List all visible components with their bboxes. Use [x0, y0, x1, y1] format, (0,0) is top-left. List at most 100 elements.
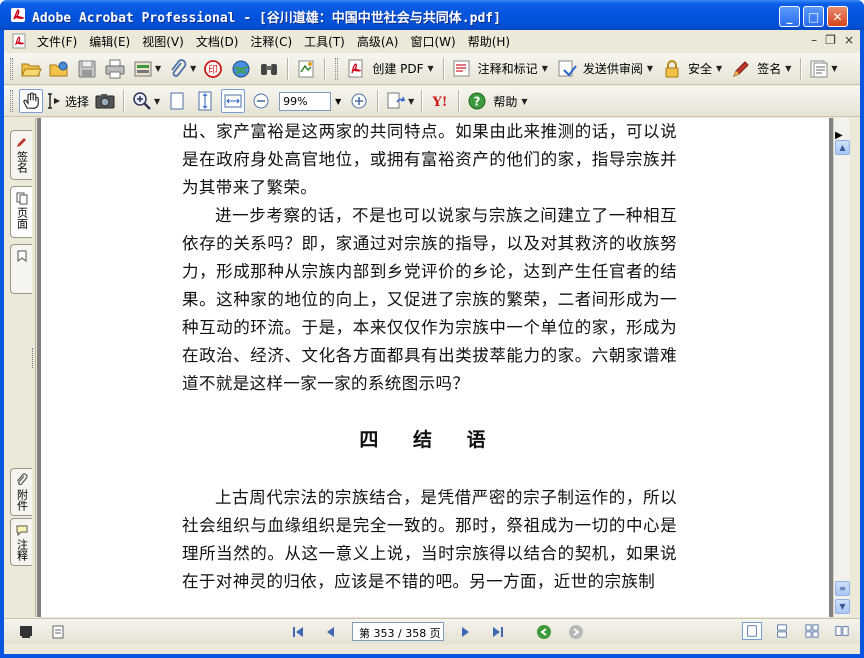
select-label: 选择 — [65, 94, 90, 109]
document-view[interactable]: 出、家产富裕是这两家的共同特点。如果由此来推测的话，可以说是在政府身处高官地位，… — [37, 118, 833, 617]
tab-bookmarks[interactable] — [10, 244, 32, 294]
menu-window[interactable]: 窗口(W) — [404, 33, 461, 50]
first-page-icon[interactable] — [286, 622, 310, 642]
zoom-in-icon[interactable] — [347, 89, 371, 113]
document-properties-icon[interactable] — [46, 622, 70, 642]
rotate-view-icon[interactable] — [384, 89, 408, 113]
pages-icon — [16, 192, 27, 205]
chevron-down-icon: ▼ — [541, 64, 548, 73]
text-cursor-icon — [47, 89, 61, 113]
zoom-out-icon[interactable] — [249, 89, 273, 113]
tab-signatures-label: 签名 — [15, 151, 29, 173]
chevron-down-icon[interactable]: ▼ — [190, 64, 196, 73]
next-page-icon[interactable] — [454, 622, 478, 642]
chevron-down-icon: ▼ — [521, 96, 528, 106]
last-page-icon[interactable] — [486, 622, 510, 642]
paragraph: 上古周代宗法的宗族结合，是凭借严密的宗子制运作的，所以社会组织与血缘组织是完全一… — [182, 488, 677, 591]
toolbar-grip[interactable] — [10, 90, 13, 112]
menu-document[interactable]: 文档(D) — [190, 33, 245, 50]
toolbar-separator — [123, 90, 125, 112]
menu-advanced[interactable]: 高级(A) — [351, 33, 405, 50]
tab-comments[interactable]: 注释 — [10, 518, 32, 566]
toolbar-grip[interactable] — [10, 57, 13, 80]
comment-markup-button[interactable]: 注释和标记 ▼ — [448, 57, 551, 81]
vertical-scrollbar[interactable]: ▲ ≡ ▼ — [833, 118, 850, 617]
close-button[interactable]: ✕ — [827, 6, 848, 27]
tab-pages[interactable]: 页面 — [10, 186, 32, 238]
doc-minimize-button[interactable]: – — [811, 33, 817, 47]
single-page-layout-icon[interactable] — [742, 622, 762, 640]
chevron-down-icon[interactable]: ▼ — [331, 92, 345, 111]
continuous-facing-layout-icon[interactable] — [802, 622, 822, 640]
scroll-up-arrow-icon[interactable]: ▲ — [835, 140, 850, 155]
menu-tools[interactable]: 工具(T) — [298, 33, 351, 50]
chevron-down-icon: ▼ — [831, 64, 838, 73]
go-back-icon[interactable] — [532, 622, 556, 642]
chevron-down-icon[interactable]: ▼ — [155, 64, 161, 73]
zoom-in-magnifier-icon[interactable] — [130, 89, 154, 113]
open-folder-icon[interactable] — [19, 57, 43, 81]
maximize-button[interactable]: □ — [803, 6, 824, 27]
menu-file[interactable]: 文件(F) — [31, 33, 83, 50]
facing-layout-icon[interactable] — [832, 622, 852, 640]
chevron-down-icon: ▼ — [785, 64, 792, 73]
paperclip-icon — [16, 473, 28, 486]
create-pdf-button[interactable]: 创建 PDF ▼ — [342, 57, 436, 81]
title-bar[interactable]: Adobe Acrobat Professional - [谷川道雄：中国中世社… — [0, 0, 864, 30]
minimize-button[interactable]: _ — [779, 6, 800, 27]
attach-paperclip-icon[interactable] — [166, 57, 190, 81]
chevron-down-icon[interactable]: ▼ — [408, 97, 414, 106]
toolbar-separator — [324, 57, 326, 80]
search-binoculars-icon[interactable] — [257, 57, 281, 81]
sign-button[interactable]: 签名 ▼ — [727, 57, 794, 81]
send-review-button[interactable]: 发送供审阅 ▼ — [553, 57, 656, 81]
chevron-down-icon[interactable]: ▼ — [154, 97, 160, 106]
document-icon[interactable] — [11, 33, 27, 49]
stamp-icon[interactable]: 印 — [201, 57, 225, 81]
actual-size-icon[interactable] — [165, 89, 189, 113]
fit-width-icon[interactable] — [221, 89, 246, 113]
doc-close-button[interactable]: × — [844, 33, 854, 47]
yahoo-search-icon[interactable]: Y! — [428, 89, 452, 113]
zoom-level-input[interactable]: 99% — [279, 91, 332, 111]
fit-page-icon[interactable] — [193, 89, 217, 113]
select-tool-button[interactable]: 选择 — [45, 89, 89, 113]
scroll-down-arrow-icon[interactable]: ▼ — [835, 599, 850, 614]
create-pdf-icon — [344, 57, 368, 81]
signature-pen-icon — [16, 138, 26, 147]
save-icon[interactable] — [75, 57, 99, 81]
page-layout-controls — [742, 622, 852, 640]
menu-view[interactable]: 视图(V) — [136, 33, 190, 50]
comment-markup-label: 注释和标记 — [477, 62, 538, 76]
page-view-icon[interactable] — [14, 622, 38, 642]
snapshot-camera-icon[interactable] — [93, 89, 117, 113]
help-button[interactable]: ? 帮助 ▼ — [463, 89, 530, 113]
organizer-icon[interactable] — [47, 57, 71, 81]
svg-text:?: ? — [474, 95, 481, 109]
hand-tool-icon[interactable] — [19, 89, 43, 113]
scroll-thumb[interactable]: ≡ — [835, 581, 850, 596]
status-bar: 第 353 / 358 页 — [4, 618, 860, 644]
go-forward-icon[interactable] — [564, 622, 588, 642]
tab-signatures[interactable]: 签名 — [10, 130, 32, 180]
continuous-layout-icon[interactable] — [772, 622, 792, 640]
menu-bar: 文件(F) 编辑(E) 视图(V) 文档(D) 注释(C) 工具(T) 高级(A… — [4, 30, 860, 52]
email-icon[interactable] — [131, 57, 155, 81]
print-icon[interactable] — [103, 57, 127, 81]
web-globe-icon[interactable] — [229, 57, 253, 81]
menu-edit[interactable]: 编辑(E) — [83, 33, 136, 50]
menu-help[interactable]: 帮助(H) — [462, 33, 516, 50]
forms-button[interactable]: ▼ — [805, 57, 840, 81]
toolbar-grip[interactable] — [335, 57, 339, 80]
page-number-input[interactable]: 第 353 / 358 页 — [352, 622, 444, 641]
security-button[interactable]: 安全 ▼ — [658, 57, 725, 81]
tab-attachments[interactable]: 附件 — [10, 468, 32, 516]
pdf-page[interactable]: 出、家产富裕是这两家的共同特点。如果由此来推测的话，可以说是在政府身处高官地位，… — [41, 118, 829, 617]
expand-panel-arrow-icon[interactable]: ▶ — [835, 130, 843, 141]
pdf-optimizer-icon[interactable] — [294, 57, 318, 81]
panel-resize-grip[interactable] — [32, 348, 35, 368]
doc-restore-button[interactable]: ❐ — [825, 33, 836, 47]
paragraph: 出、家产富裕是这两家的共同特点。如果由此来推测的话，可以说是在政府身处高官地位，… — [182, 122, 677, 197]
previous-page-icon[interactable] — [318, 622, 342, 642]
menu-comments[interactable]: 注释(C) — [244, 33, 298, 50]
